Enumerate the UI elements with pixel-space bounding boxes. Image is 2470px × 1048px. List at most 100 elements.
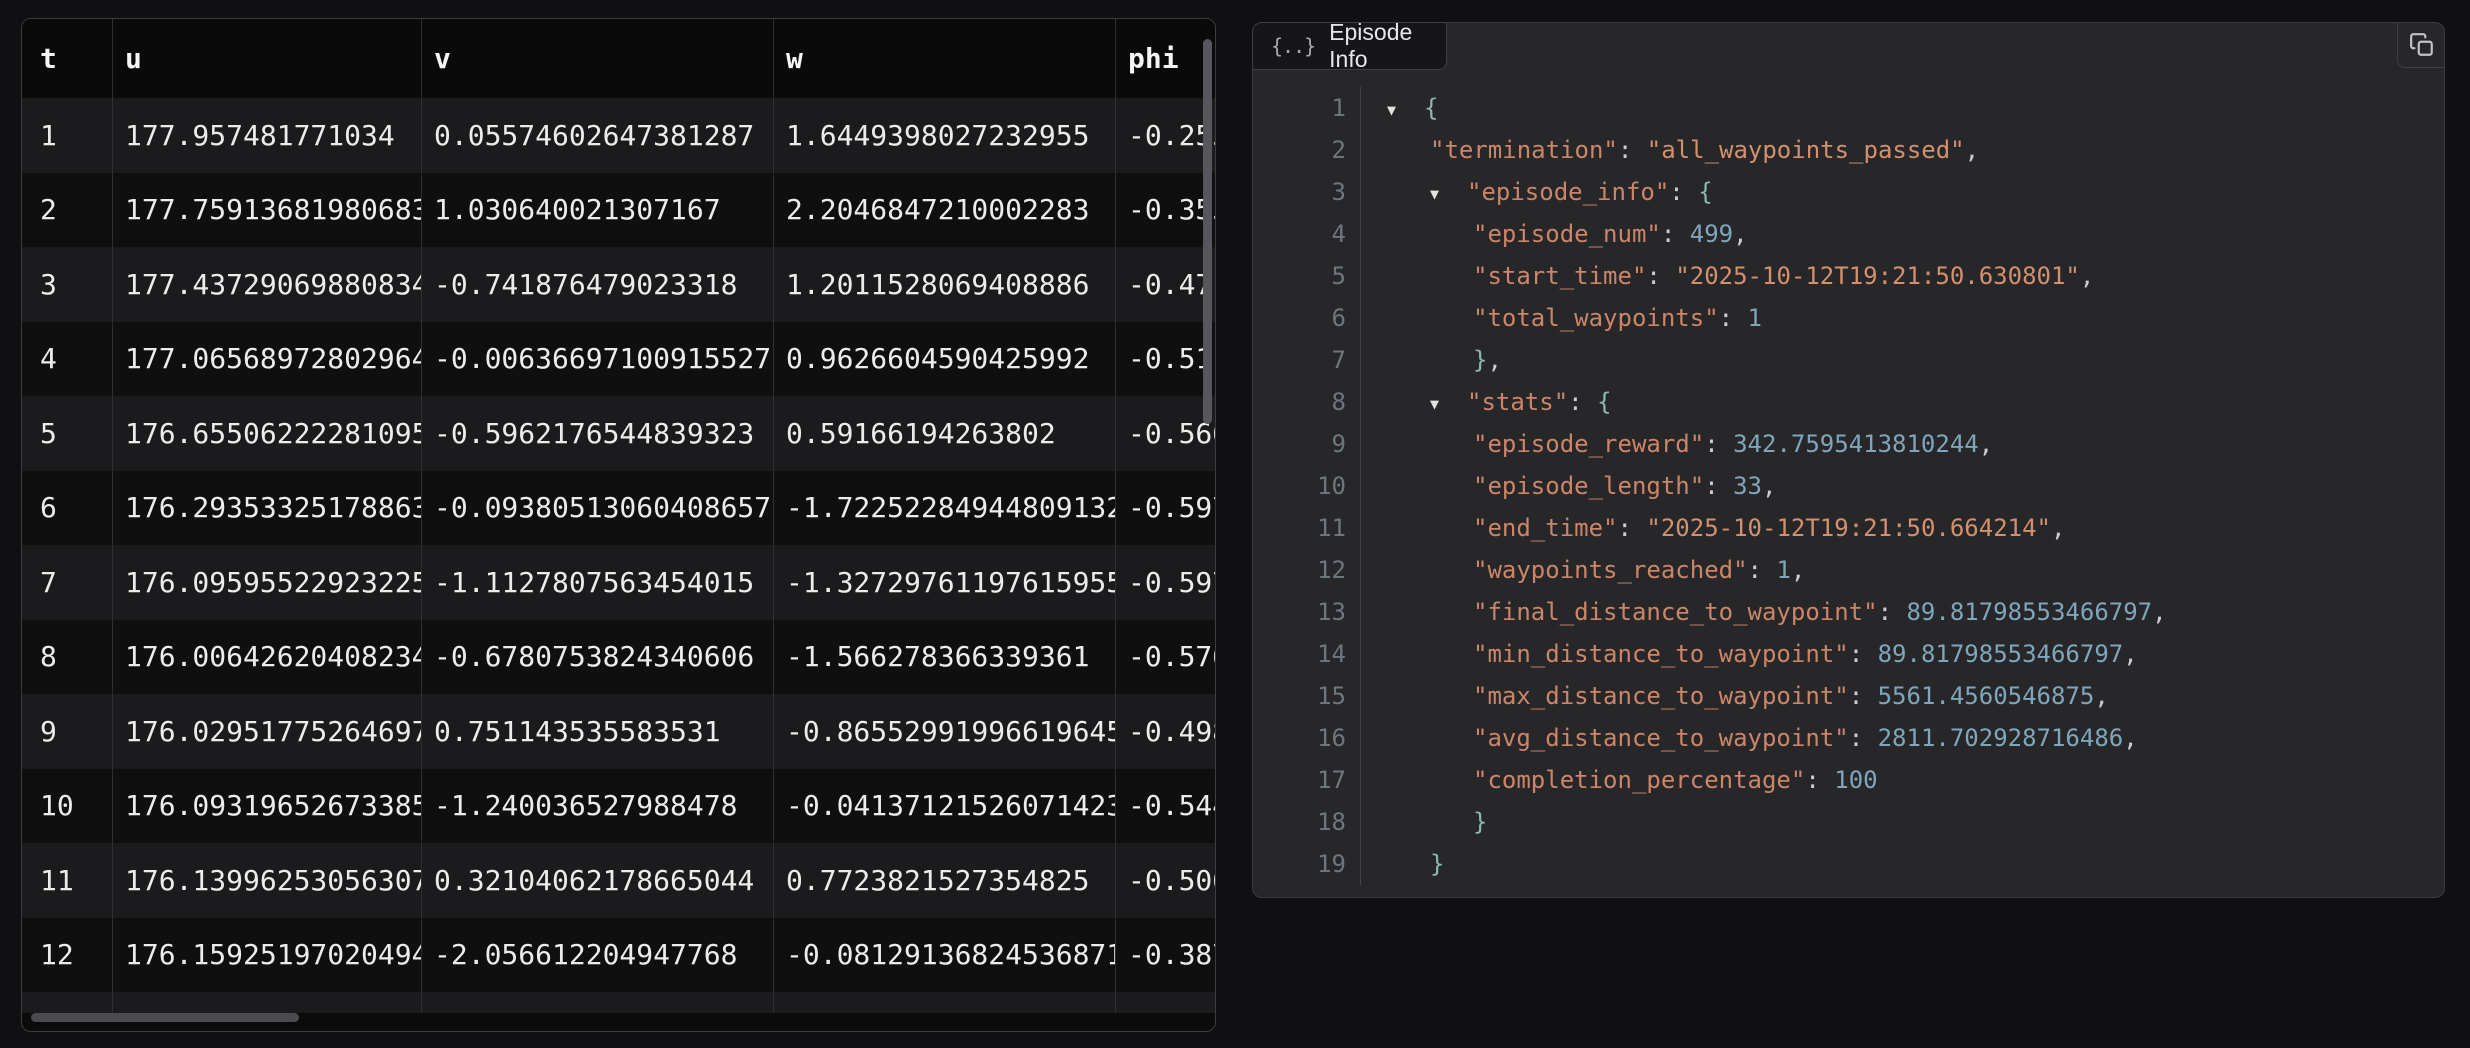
json-str: "2025-10-12T19:21:50.630801" xyxy=(1675,262,2080,290)
line-number: 18 xyxy=(1253,801,1361,843)
json-key: "stats" xyxy=(1467,388,1568,416)
json-key: "total_waypoints" xyxy=(1473,304,1719,332)
table-row: 5176.65506222281095-0.59621765448393230.… xyxy=(22,396,1215,471)
horizontal-scrollbar[interactable] xyxy=(22,1009,1215,1031)
table-row: 6176.29353325178863-0.093805130604086573… xyxy=(22,471,1215,546)
line-number: 11 xyxy=(1253,507,1361,549)
column-header-v: v xyxy=(421,19,773,98)
cell-phi: -0.5663884 xyxy=(1115,396,1215,471)
json-num: 342.7595413810244 xyxy=(1733,430,1979,458)
cell-phi: -0.5971334 xyxy=(1115,471,1215,546)
cell-v: -0.6780753824340606 xyxy=(421,620,773,695)
cell-phi: -0.5118849 xyxy=(1115,322,1215,397)
column-header-t: t xyxy=(22,19,112,98)
json-brace: } xyxy=(1473,808,1487,836)
cell-phi: -0.4717411 xyxy=(1115,247,1215,322)
json-punc: : xyxy=(1849,640,1878,668)
collapse-toggle[interactable]: ▼ xyxy=(1387,89,1424,131)
cell-w: 1.6449398027232955 xyxy=(773,98,1115,173)
json-line: 5"start_time": "2025-10-12T19:21:50.6308… xyxy=(1253,255,2444,297)
tab-episode-info: {..} Episode Info xyxy=(1252,22,1447,70)
json-punc: : xyxy=(1719,304,1748,332)
json-punc: , xyxy=(2094,682,2108,710)
cell-u: 176.15925197020494 xyxy=(112,918,421,993)
cell-w: 0.59166194263802 xyxy=(773,396,1115,471)
json-str: "2025-10-12T19:21:50.664214" xyxy=(1646,514,2051,542)
json-line: 12"waypoints_reached": 1, xyxy=(1253,549,2444,591)
column-header-phi: phi xyxy=(1115,19,1215,98)
json-key: "episode_info" xyxy=(1467,178,1669,206)
table-row: 10176.09319652673385-1.240036527988478-0… xyxy=(22,769,1215,844)
cell-w: 2.2046847210002283 xyxy=(773,173,1115,248)
json-line: 2"termination": "all_waypoints_passed", xyxy=(1253,129,2444,171)
json-line: 9"episode_reward": 342.7595413810244, xyxy=(1253,423,2444,465)
json-line: 13"final_distance_to_waypoint": 89.81798… xyxy=(1253,591,2444,633)
json-punc: : xyxy=(1661,220,1690,248)
json-punc: , xyxy=(1487,346,1501,374)
column-header-w: w xyxy=(773,19,1115,98)
vertical-scrollbar-thumb[interactable] xyxy=(1203,39,1212,424)
line-number: 5 xyxy=(1253,255,1361,297)
json-key: "episode_length" xyxy=(1473,472,1704,500)
line-number: 1 xyxy=(1253,87,1361,129)
cell-w: -0.081291368245368712 xyxy=(773,918,1115,993)
collapse-toggle[interactable]: ▼ xyxy=(1430,173,1467,215)
cell-w: 1.2011528069408886 xyxy=(773,247,1115,322)
json-brace: } xyxy=(1473,346,1487,374)
json-num: 89.81798553466797 xyxy=(1906,598,2152,626)
copy-button[interactable] xyxy=(2397,22,2445,68)
json-tree: 1▼{2"termination": "all_waypoints_passed… xyxy=(1253,87,2444,885)
cell-phi: -0.3878652 xyxy=(1115,918,1215,993)
line-number: 10 xyxy=(1253,465,1361,507)
json-key: "end_time" xyxy=(1473,514,1618,542)
cell-t: 4 xyxy=(22,322,112,397)
cell-t: 5 xyxy=(22,396,112,471)
collapse-toggle[interactable]: ▼ xyxy=(1430,383,1467,425)
copy-icon xyxy=(2409,32,2435,58)
line-number: 17 xyxy=(1253,759,1361,801)
json-num: 2811.702928716486 xyxy=(1878,724,2124,752)
cell-t: 6 xyxy=(22,471,112,546)
table-row: 7176.09595522923225-1.1127807563454015-1… xyxy=(22,545,1215,620)
horizontal-scrollbar-thumb[interactable] xyxy=(31,1013,299,1022)
json-num: 1 xyxy=(1748,304,1762,332)
cell-u: 176.65506222281095 xyxy=(112,396,421,471)
cell-v: 0.05574602647381287 xyxy=(421,98,773,173)
table-row: 2177.759136819806831.0306400213071672.20… xyxy=(22,173,1215,248)
json-key: "start_time" xyxy=(1473,262,1646,290)
cell-t: 11 xyxy=(22,843,112,918)
cell-w: 0.9626604590425992 xyxy=(773,322,1115,397)
cell-t: 9 xyxy=(22,694,112,769)
table-row: 8176.00642620408234-0.6780753824340606-1… xyxy=(22,620,1215,695)
line-number: 13 xyxy=(1253,591,1361,633)
episode-info-panel: {..} Episode Info 1▼{2"termination": "al… xyxy=(1252,22,2445,898)
json-punc: : xyxy=(1878,598,1907,626)
json-punc: , xyxy=(2051,514,2065,542)
json-key: "completion_percentage" xyxy=(1473,766,1805,794)
table-rows: 1177.9574817710340.055746026473812871.64… xyxy=(22,98,1215,1013)
json-line: 18} xyxy=(1253,801,2444,843)
cell-t: 8 xyxy=(22,620,112,695)
json-punc: , xyxy=(2123,640,2137,668)
cell-v: -0.093805130604086573 xyxy=(421,471,773,546)
json-key: "termination" xyxy=(1430,136,1618,164)
json-num: 5561.4560546875 xyxy=(1878,682,2095,710)
line-number: 9 xyxy=(1253,423,1361,465)
cell-t: 2 xyxy=(22,173,112,248)
json-punc: : xyxy=(1704,430,1733,458)
cell-v: 1.030640021307167 xyxy=(421,173,773,248)
json-punc: , xyxy=(2080,262,2094,290)
page: tuvwphi 1177.9574817710340.0557460264738… xyxy=(0,0,2470,1048)
cell-phi: -0.3552185 xyxy=(1115,173,1215,248)
json-punc: : xyxy=(1748,556,1777,584)
braces-icon: {..} xyxy=(1271,34,1315,58)
json-line: 6"total_waypoints": 1 xyxy=(1253,297,2444,339)
cell-phi: -0.4982927 xyxy=(1115,694,1215,769)
json-punc: , xyxy=(2152,598,2166,626)
column-header-u: u xyxy=(112,19,421,98)
line-number: 16 xyxy=(1253,717,1361,759)
json-key: "avg_distance_to_waypoint" xyxy=(1473,724,1849,752)
cell-v: -0.5962176544839323 xyxy=(421,396,773,471)
line-number: 15 xyxy=(1253,675,1361,717)
line-number: 7 xyxy=(1253,339,1361,381)
